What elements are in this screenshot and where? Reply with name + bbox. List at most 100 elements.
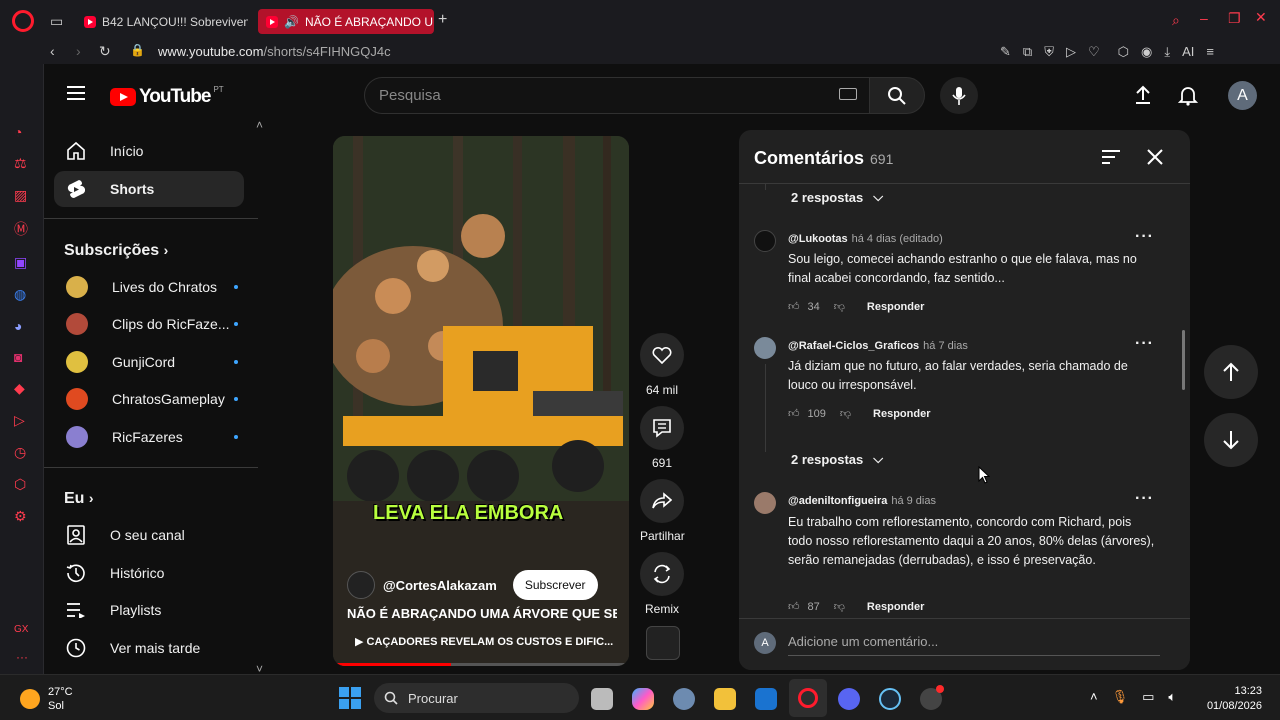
hamburger-menu-button[interactable] (67, 86, 85, 100)
minimize-button[interactable]: – (1200, 10, 1208, 26)
remix-button[interactable] (640, 552, 684, 596)
comment-author[interactable]: @Rafael-Ciclos_Graficos há 7 dias (788, 340, 968, 352)
youtube-logo[interactable]: YouTube PT (110, 85, 224, 108)
more-icon[interactable]: ··· (16, 650, 28, 664)
opera-gx-taskbar-button[interactable] (789, 679, 827, 717)
search-box[interactable] (364, 77, 870, 114)
outlook-icon[interactable] (755, 688, 777, 710)
file-explorer-icon[interactable] (714, 688, 736, 710)
comment-more-button[interactable]: ··· (1135, 490, 1154, 508)
wallet-icon[interactable]: ▨ (14, 187, 28, 204)
replies-toggle[interactable]: 2 respostas ⌵ (791, 189, 883, 205)
sidebar-item-home[interactable]: Início (54, 133, 244, 169)
subscriptions-heading[interactable]: Subscrições › (64, 242, 168, 260)
browser-tab-2[interactable]: 🔊 NÃO É ABRAÇANDO UM (258, 9, 434, 34)
channel-avatar[interactable] (347, 571, 375, 599)
pin-icon[interactable]: ✎ (1000, 44, 1011, 60)
chevron-up-icon[interactable]: ˄ (1090, 689, 1098, 705)
heart-icon[interactable]: ♡ (1088, 44, 1100, 60)
settings-icon[interactable]: ⚙ (14, 508, 28, 525)
reload-icon[interactable]: ↻ (99, 43, 111, 60)
volume-icon[interactable]: 🔈︎ (1168, 689, 1176, 705)
search-icon[interactable]: ⌕ (1172, 12, 1180, 29)
sidebar-subscription-item[interactable]: ChratosGameplay (54, 381, 244, 417)
ublock-icon[interactable]: ◆ (14, 380, 28, 397)
sound-thumbnail[interactable] (646, 626, 680, 660)
discord-icon[interactable]: ◕ (14, 318, 28, 334)
thumbs-down-icon[interactable]: 👎︎ (840, 407, 851, 420)
comment-avatar[interactable] (754, 337, 776, 359)
player-icon[interactable]: ▷ (14, 412, 28, 429)
system-clock[interactable]: 13:23 01/08/2026 (1198, 684, 1262, 714)
comment-more-button[interactable]: ··· (1135, 335, 1154, 353)
instagram-icon[interactable]: ◙ (14, 349, 28, 365)
snapshot-icon[interactable]: ⧉ (1023, 44, 1032, 60)
voice-search-button[interactable] (940, 77, 978, 114)
download-icon[interactable]: ⤓ (1164, 44, 1170, 60)
sidebar-subscription-item[interactable]: GunjiCord (54, 344, 244, 380)
aria-icon[interactable]: ◔ (14, 124, 28, 140)
related-video-link[interactable]: ▶ CAÇADORES REVELAM OS CUSTOS E DIFIC... (355, 635, 613, 648)
sidebar-item-history[interactable]: Histórico (54, 555, 244, 591)
history-icon[interactable]: ◷ (14, 444, 28, 461)
comments-action[interactable]: 691 (640, 406, 684, 470)
subscribe-button[interactable]: Subscrever (512, 570, 598, 600)
weather-widget[interactable]: 27°C Sol (20, 685, 73, 713)
you-heading[interactable]: Eu › (64, 490, 94, 508)
close-comments-button[interactable] (1147, 149, 1163, 170)
settings-icon[interactable] (673, 688, 695, 710)
menu-icon[interactable]: ≡ (1206, 44, 1214, 60)
steam-icon[interactable] (879, 688, 901, 710)
forward-icon[interactable]: › (76, 43, 81, 59)
extensions-icon[interactable]: ⬡ (1118, 44, 1129, 60)
reply-button[interactable]: Responder (867, 601, 924, 613)
sidebar-subscription-item[interactable]: Clips do RicFaze... (54, 306, 244, 342)
video-title[interactable]: NÃO É ABRAÇANDO UMA ÁRVORE QUE SE ... (347, 606, 617, 621)
account-avatar[interactable]: A (1228, 81, 1257, 110)
channel-name[interactable]: @CortesAlakazam (383, 578, 497, 593)
next-short-button[interactable] (1204, 413, 1258, 467)
sidebar-item-shorts[interactable]: Shorts (54, 171, 244, 207)
thumbs-up-icon[interactable]: 👍︎ (788, 407, 800, 420)
video-progress-bar[interactable] (333, 663, 629, 666)
aria-icon[interactable]: AI (1182, 44, 1194, 60)
like-button[interactable] (640, 333, 684, 377)
collapse-chevron-icon[interactable]: ˄ (256, 118, 263, 132)
thumbs-down-icon[interactable]: 👎︎ (834, 300, 845, 313)
taskbar-search[interactable]: Procurar (374, 683, 579, 713)
reply-button[interactable]: Responder (873, 408, 930, 420)
browser-tab-1[interactable]: B42 LANÇOU!!! Sobreviven (76, 9, 248, 34)
sidebar-item-your-channel[interactable]: O seu canal (54, 517, 244, 553)
thumbs-up-icon[interactable]: 👍︎ (788, 300, 800, 313)
new-tab-button[interactable]: + (438, 11, 447, 29)
sidebar-item-watch-later[interactable]: Ver mais tarde (54, 630, 244, 666)
restore-button[interactable]: ❐ (1228, 10, 1241, 27)
notifications-button[interactable] (1177, 85, 1199, 111)
messenger-icon[interactable]: ◍ (14, 286, 28, 303)
short-video-player[interactable]: LEVA ELA EMBORA @CortesAlakazam Subscrev… (333, 136, 629, 666)
remix-action[interactable]: Remix (640, 552, 684, 616)
like-action[interactable]: 64 mil (640, 333, 684, 397)
reply-button[interactable]: Responder (867, 301, 924, 313)
task-view-icon[interactable] (591, 688, 613, 710)
comment-author[interactable]: @Lukootas há 4 dias (editado) (788, 233, 943, 245)
thumbs-up-icon[interactable]: 👍︎ (788, 600, 800, 613)
share-action[interactable]: Partilhar (640, 479, 685, 543)
comment-author[interactable]: @adeniltonfigueira há 9 dias (788, 495, 936, 507)
comment-more-button[interactable]: ··· (1135, 228, 1154, 246)
player-icon[interactable]: ▷ (1066, 44, 1076, 60)
url-text[interactable]: www.youtube.com/shorts/s4FIHNGQJ4c (158, 44, 391, 59)
keyboard-icon[interactable] (839, 88, 857, 100)
sidebar-subscription-item[interactable]: RicFazeres (54, 419, 244, 455)
comment-avatar[interactable] (754, 230, 776, 252)
sidebar-item-playlists[interactable]: Playlists (54, 592, 244, 628)
replies-toggle[interactable]: 2 respostas ⌵ (791, 451, 883, 467)
back-icon[interactable]: ‹ (50, 43, 55, 59)
network-icon[interactable]: ▭ (1142, 689, 1154, 705)
sidebar-subscription-item[interactable]: Lives do Chratos (54, 269, 244, 305)
tab-overview-icon[interactable]: ▭ (50, 13, 63, 30)
previous-short-button[interactable] (1204, 345, 1258, 399)
comment-avatar[interactable] (754, 492, 776, 514)
opera-logo-icon[interactable] (12, 10, 34, 32)
vpn-icon[interactable]: ◉ (1141, 44, 1152, 60)
